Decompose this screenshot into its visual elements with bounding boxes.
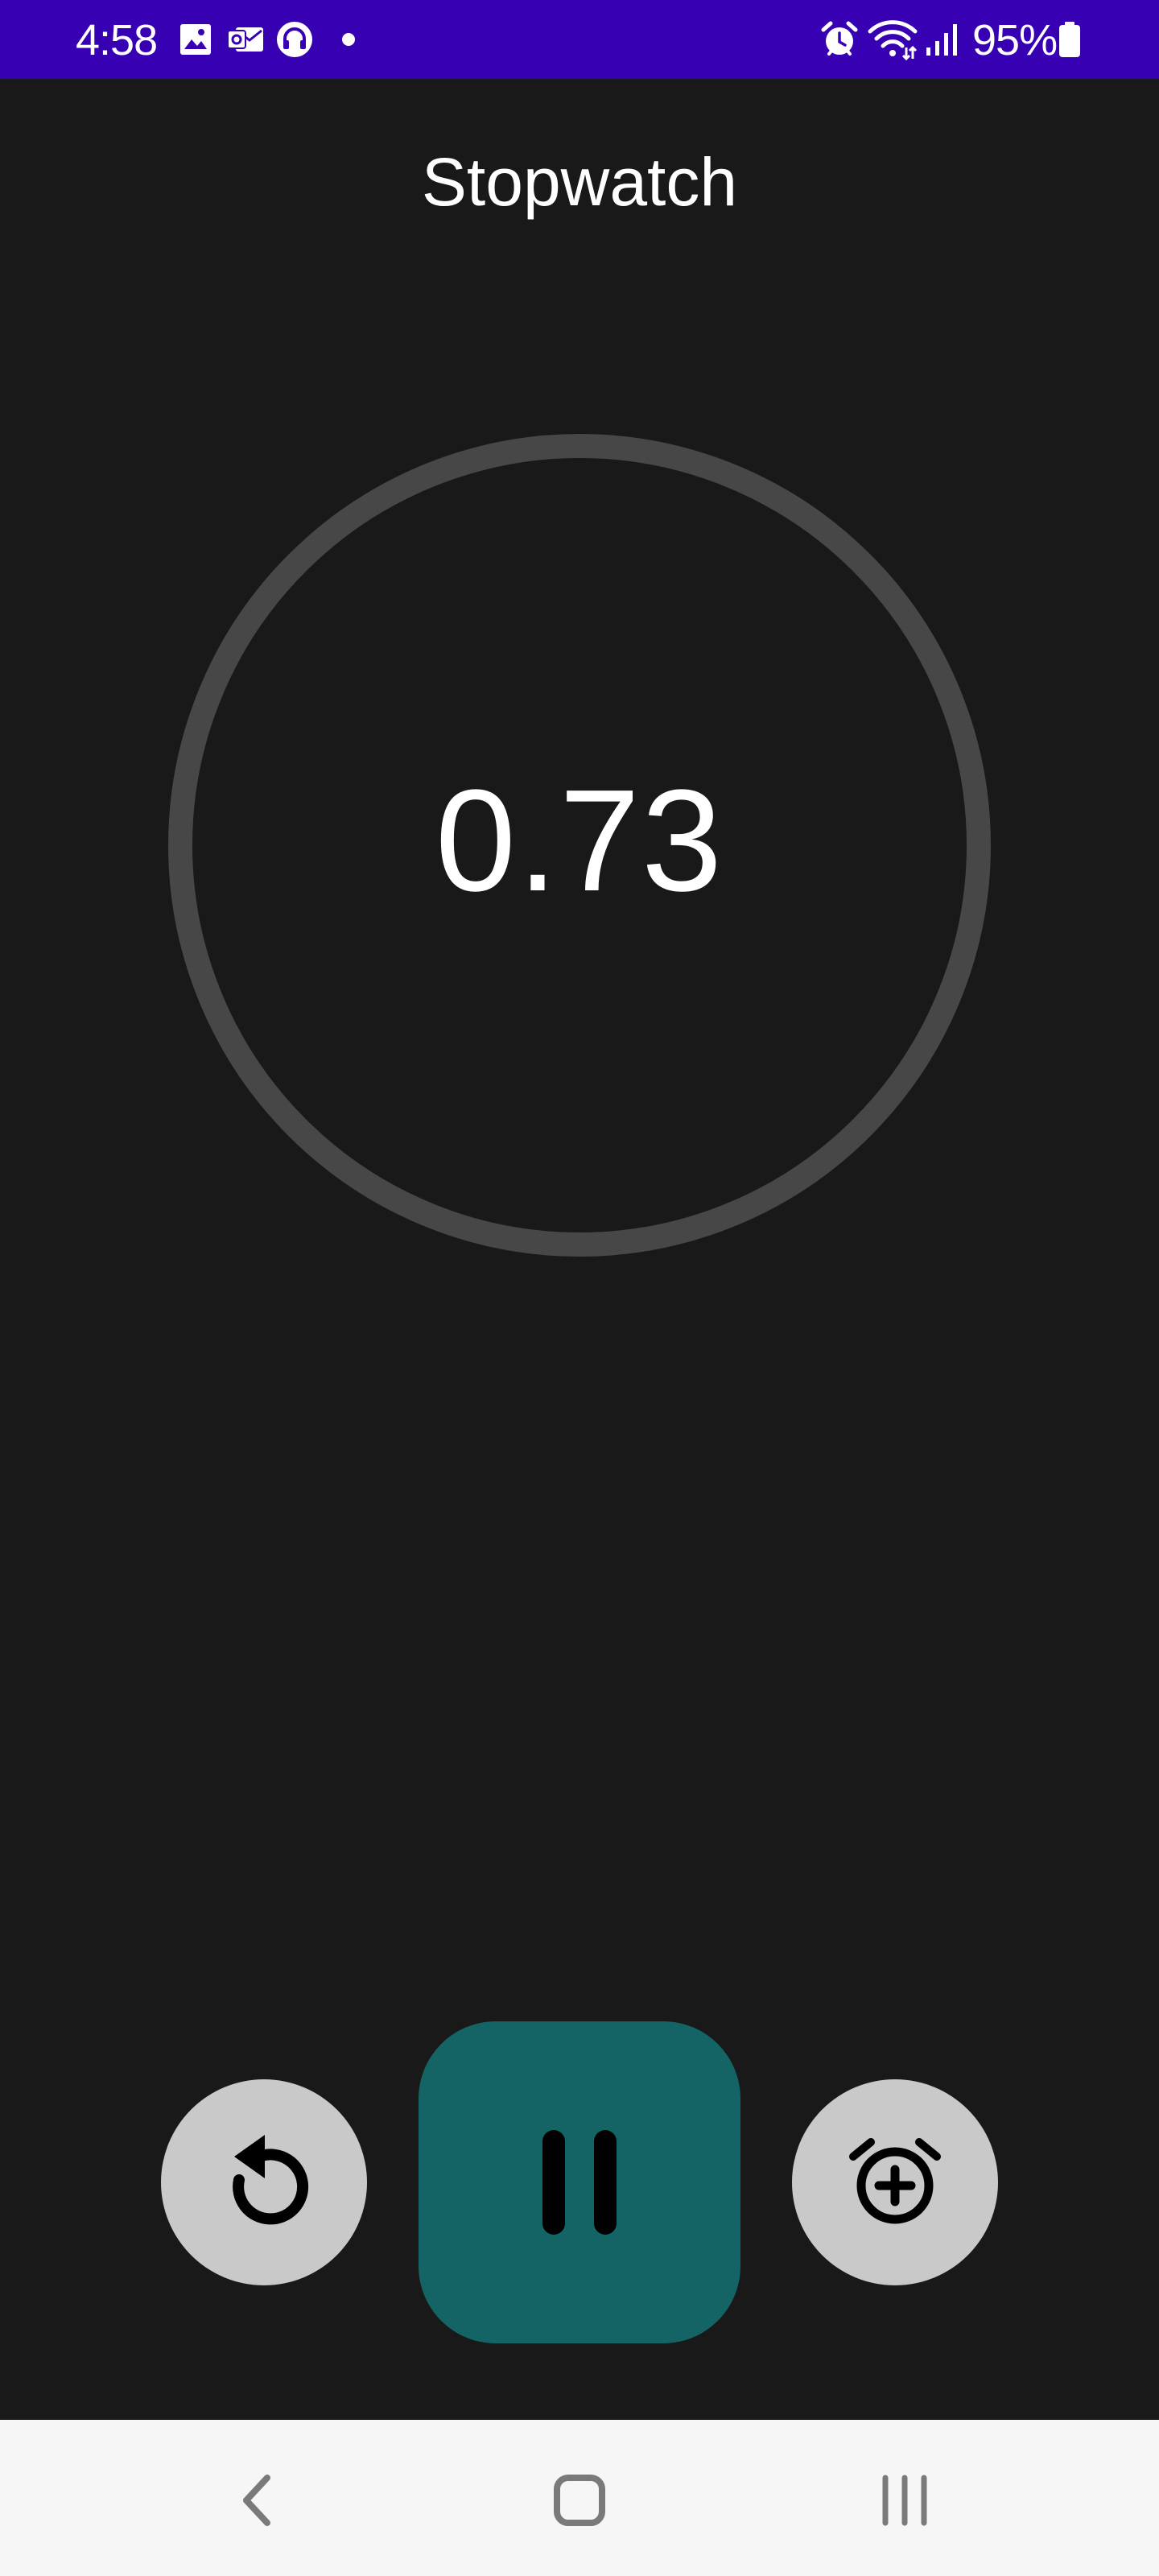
page-title: Stopwatch: [421, 144, 738, 220]
status-time: 4:58: [76, 16, 158, 64]
lap-button[interactable]: [792, 2079, 998, 2285]
gallery-icon: [177, 0, 214, 79]
recents-button[interactable]: [856, 2452, 953, 2549]
battery-percentage: 95%: [972, 16, 1058, 64]
signal-icon: [924, 0, 961, 79]
back-button[interactable]: [208, 2452, 304, 2549]
reset-icon: [233, 2135, 309, 2225]
pause-button[interactable]: [419, 2021, 740, 2343]
navigation-bar: [0, 2420, 1159, 2576]
wifi-icon: [868, 0, 918, 79]
recents-icon: [882, 2475, 927, 2526]
alarm-icon: [819, 0, 860, 79]
back-icon: [243, 2475, 270, 2526]
battery-icon: [1058, 0, 1082, 79]
notification-dot-icon: [338, 0, 359, 79]
home-button[interactable]: [531, 2452, 628, 2549]
home-icon: [554, 2475, 605, 2526]
status-bar: 4:58 95%: [0, 0, 1159, 79]
elapsed-time: 0.73: [435, 760, 724, 922]
pause-icon: [542, 2130, 617, 2235]
reset-button[interactable]: [161, 2079, 367, 2285]
outlook-icon: [225, 0, 266, 79]
headset-app-icon: [275, 0, 314, 79]
add-alarm-icon: [849, 2138, 941, 2224]
stopwatch-screen: 4:58 95% Stopwatch 0.73: [0, 0, 1159, 2576]
